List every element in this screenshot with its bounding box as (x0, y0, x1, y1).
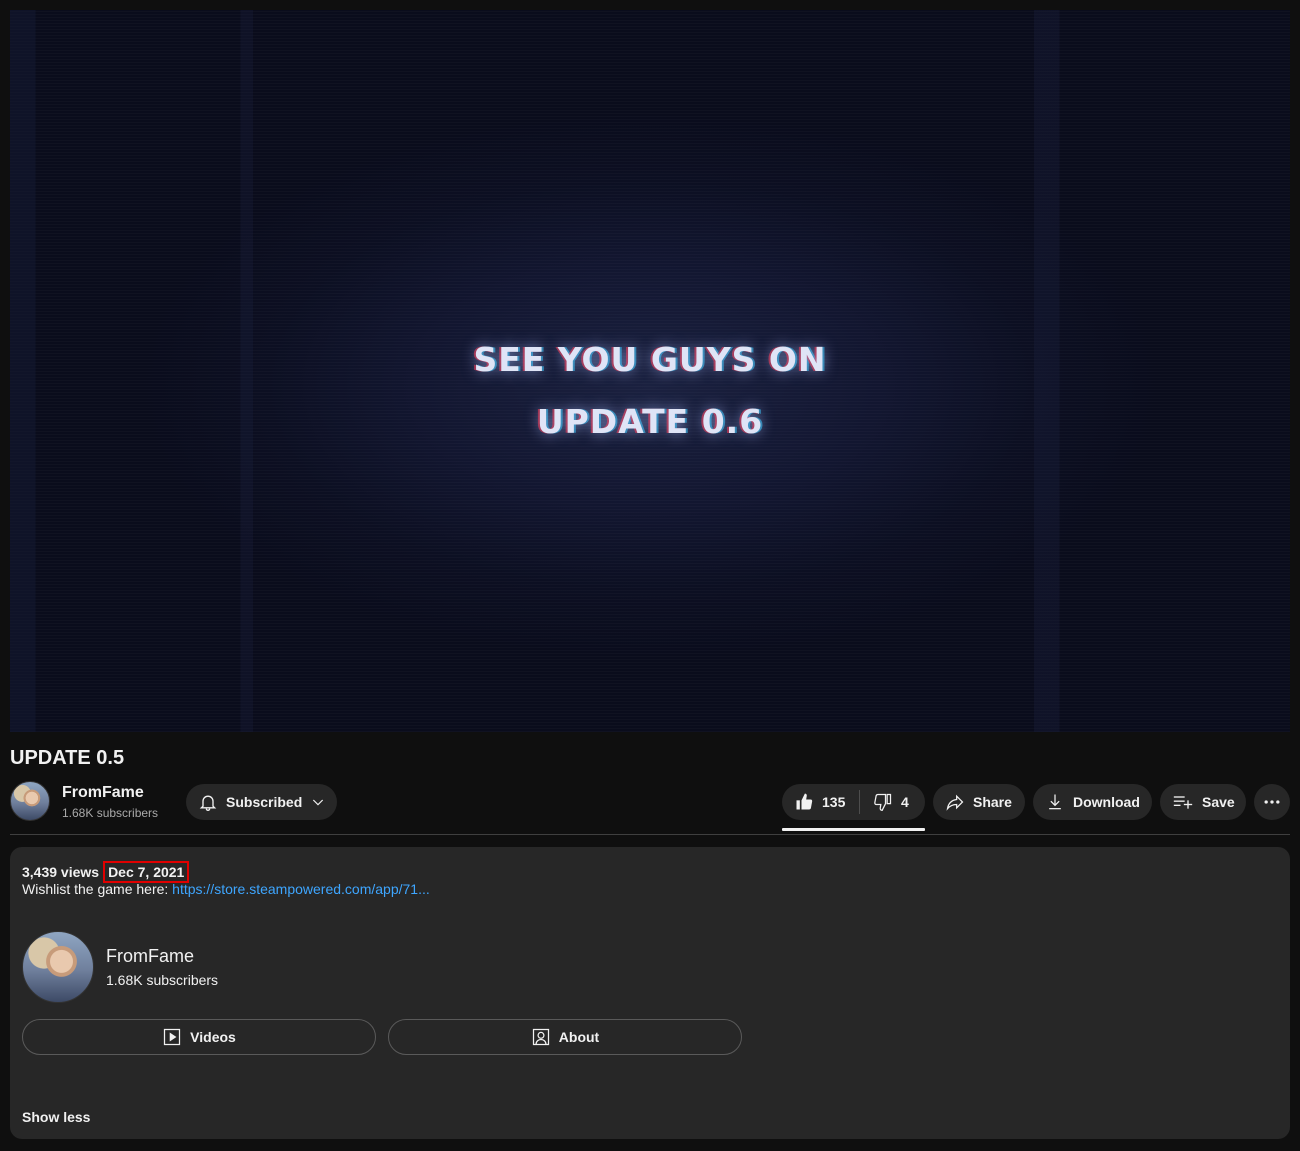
upload-date: Dec 7, 2021 (103, 861, 190, 883)
description-channel-subscribers: 1.68K subscribers (106, 972, 219, 988)
thumbs-up-icon (794, 792, 814, 812)
bell-icon (198, 792, 218, 812)
videos-label: Videos (190, 1029, 236, 1045)
like-count: 135 (822, 794, 846, 810)
download-icon (1045, 792, 1065, 812)
more-horizontal-icon (1262, 792, 1282, 812)
save-button[interactable]: Save (1160, 784, 1246, 820)
subscribed-button[interactable]: Subscribed (186, 784, 337, 820)
divider (10, 834, 1290, 835)
description-panel: 3,439 views Dec 7, 2021 Wishlist the gam… (10, 847, 1290, 1139)
playlist-add-icon (1172, 792, 1194, 812)
steam-store-link[interactable]: https://store.steampowered.com/app/71... (172, 881, 430, 897)
description-channel-avatar[interactable] (22, 931, 94, 1003)
about-label: About (558, 1029, 600, 1045)
description-text: Wishlist the game here: https://store.st… (22, 881, 430, 897)
share-button[interactable]: Share (933, 784, 1025, 820)
channel-subscriber-count: 1.68K subscribers (62, 806, 159, 820)
videos-button[interactable]: Videos (22, 1019, 376, 1055)
video-overlay-text-line2: UPDATE 0.6 (536, 402, 764, 441)
like-progress-underline (782, 828, 925, 831)
video-overlay-text-line1: SEE YOU GUYS ON (473, 340, 827, 379)
show-less-button[interactable]: Show less (22, 1109, 90, 1125)
video-title: UPDATE 0.5 (10, 747, 125, 769)
share-label: Share (973, 794, 1012, 810)
view-date-line: 3,439 views Dec 7, 2021 (22, 861, 190, 883)
download-button[interactable]: Download (1033, 784, 1152, 820)
video-play-icon (162, 1027, 182, 1047)
more-actions-button[interactable] (1254, 784, 1290, 820)
channel-avatar[interactable] (10, 781, 50, 821)
description-channel-name[interactable]: FromFame (106, 946, 194, 967)
thumbs-down-icon (873, 792, 893, 812)
like-button[interactable]: 135 (782, 784, 859, 820)
channel-name[interactable]: FromFame (62, 784, 144, 802)
share-icon (945, 792, 965, 812)
view-count: 3,439 views (22, 864, 100, 880)
chevron-down-icon (310, 794, 326, 810)
download-label: Download (1073, 794, 1140, 810)
dislike-button[interactable]: 4 (860, 784, 925, 820)
description-prefix: Wishlist the game here: (22, 881, 173, 897)
subscribed-label: Subscribed (226, 794, 303, 810)
about-button[interactable]: About (388, 1019, 742, 1055)
video-player[interactable]: SEE YOU GUYS ON UPDATE 0.6 (10, 10, 1290, 732)
dislike-count: 4 (901, 794, 909, 810)
person-icon (531, 1027, 551, 1047)
like-dislike-group: 135 4 (782, 784, 925, 820)
save-label: Save (1202, 794, 1235, 810)
